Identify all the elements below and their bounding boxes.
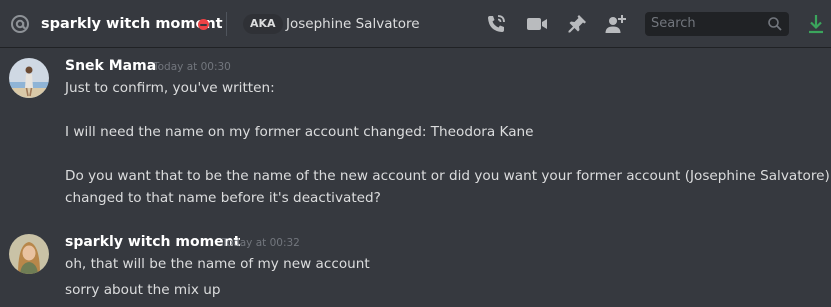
- message-line: I will need the name on my former accoun…: [65, 124, 534, 140]
- search-icon: [768, 17, 782, 31]
- message-line: Just to confirm, you've written:: [65, 80, 275, 96]
- dm-recipient-name[interactable]: sparkly witch moment: [41, 14, 223, 34]
- at-icon: [11, 15, 29, 33]
- download-icon[interactable]: [804, 12, 828, 36]
- message-line: sorry about the mix up: [65, 282, 221, 298]
- search-placeholder: Search: [651, 16, 696, 31]
- message-author[interactable]: Snek Mama: [65, 56, 156, 76]
- message-line: changed to that name before it's deactiv…: [65, 190, 381, 206]
- message-line: Do you want that to be the name of the n…: [65, 168, 830, 184]
- aka-badge: AKA: [243, 14, 283, 34]
- dnd-status-indicator: [198, 19, 209, 30]
- video-icon[interactable]: [525, 12, 549, 36]
- message-line: oh, that will be the name of my new acco…: [65, 256, 370, 272]
- avatar[interactable]: [9, 234, 49, 274]
- header-divider: [226, 12, 227, 36]
- message-author[interactable]: sparkly witch moment: [65, 232, 240, 252]
- search-input[interactable]: Search: [645, 12, 789, 36]
- channel-header: sparkly witch moment AKA Josephine Salva…: [0, 0, 831, 48]
- pin-icon[interactable]: [565, 12, 589, 36]
- message-timestamp: Today at 00:30: [153, 61, 231, 73]
- avatar[interactable]: [9, 58, 49, 98]
- message-timestamp: Today at 00:32: [222, 237, 300, 249]
- add-friend-icon[interactable]: [604, 12, 628, 36]
- aka-name: Josephine Salvatore: [286, 16, 420, 32]
- call-icon[interactable]: [484, 12, 508, 36]
